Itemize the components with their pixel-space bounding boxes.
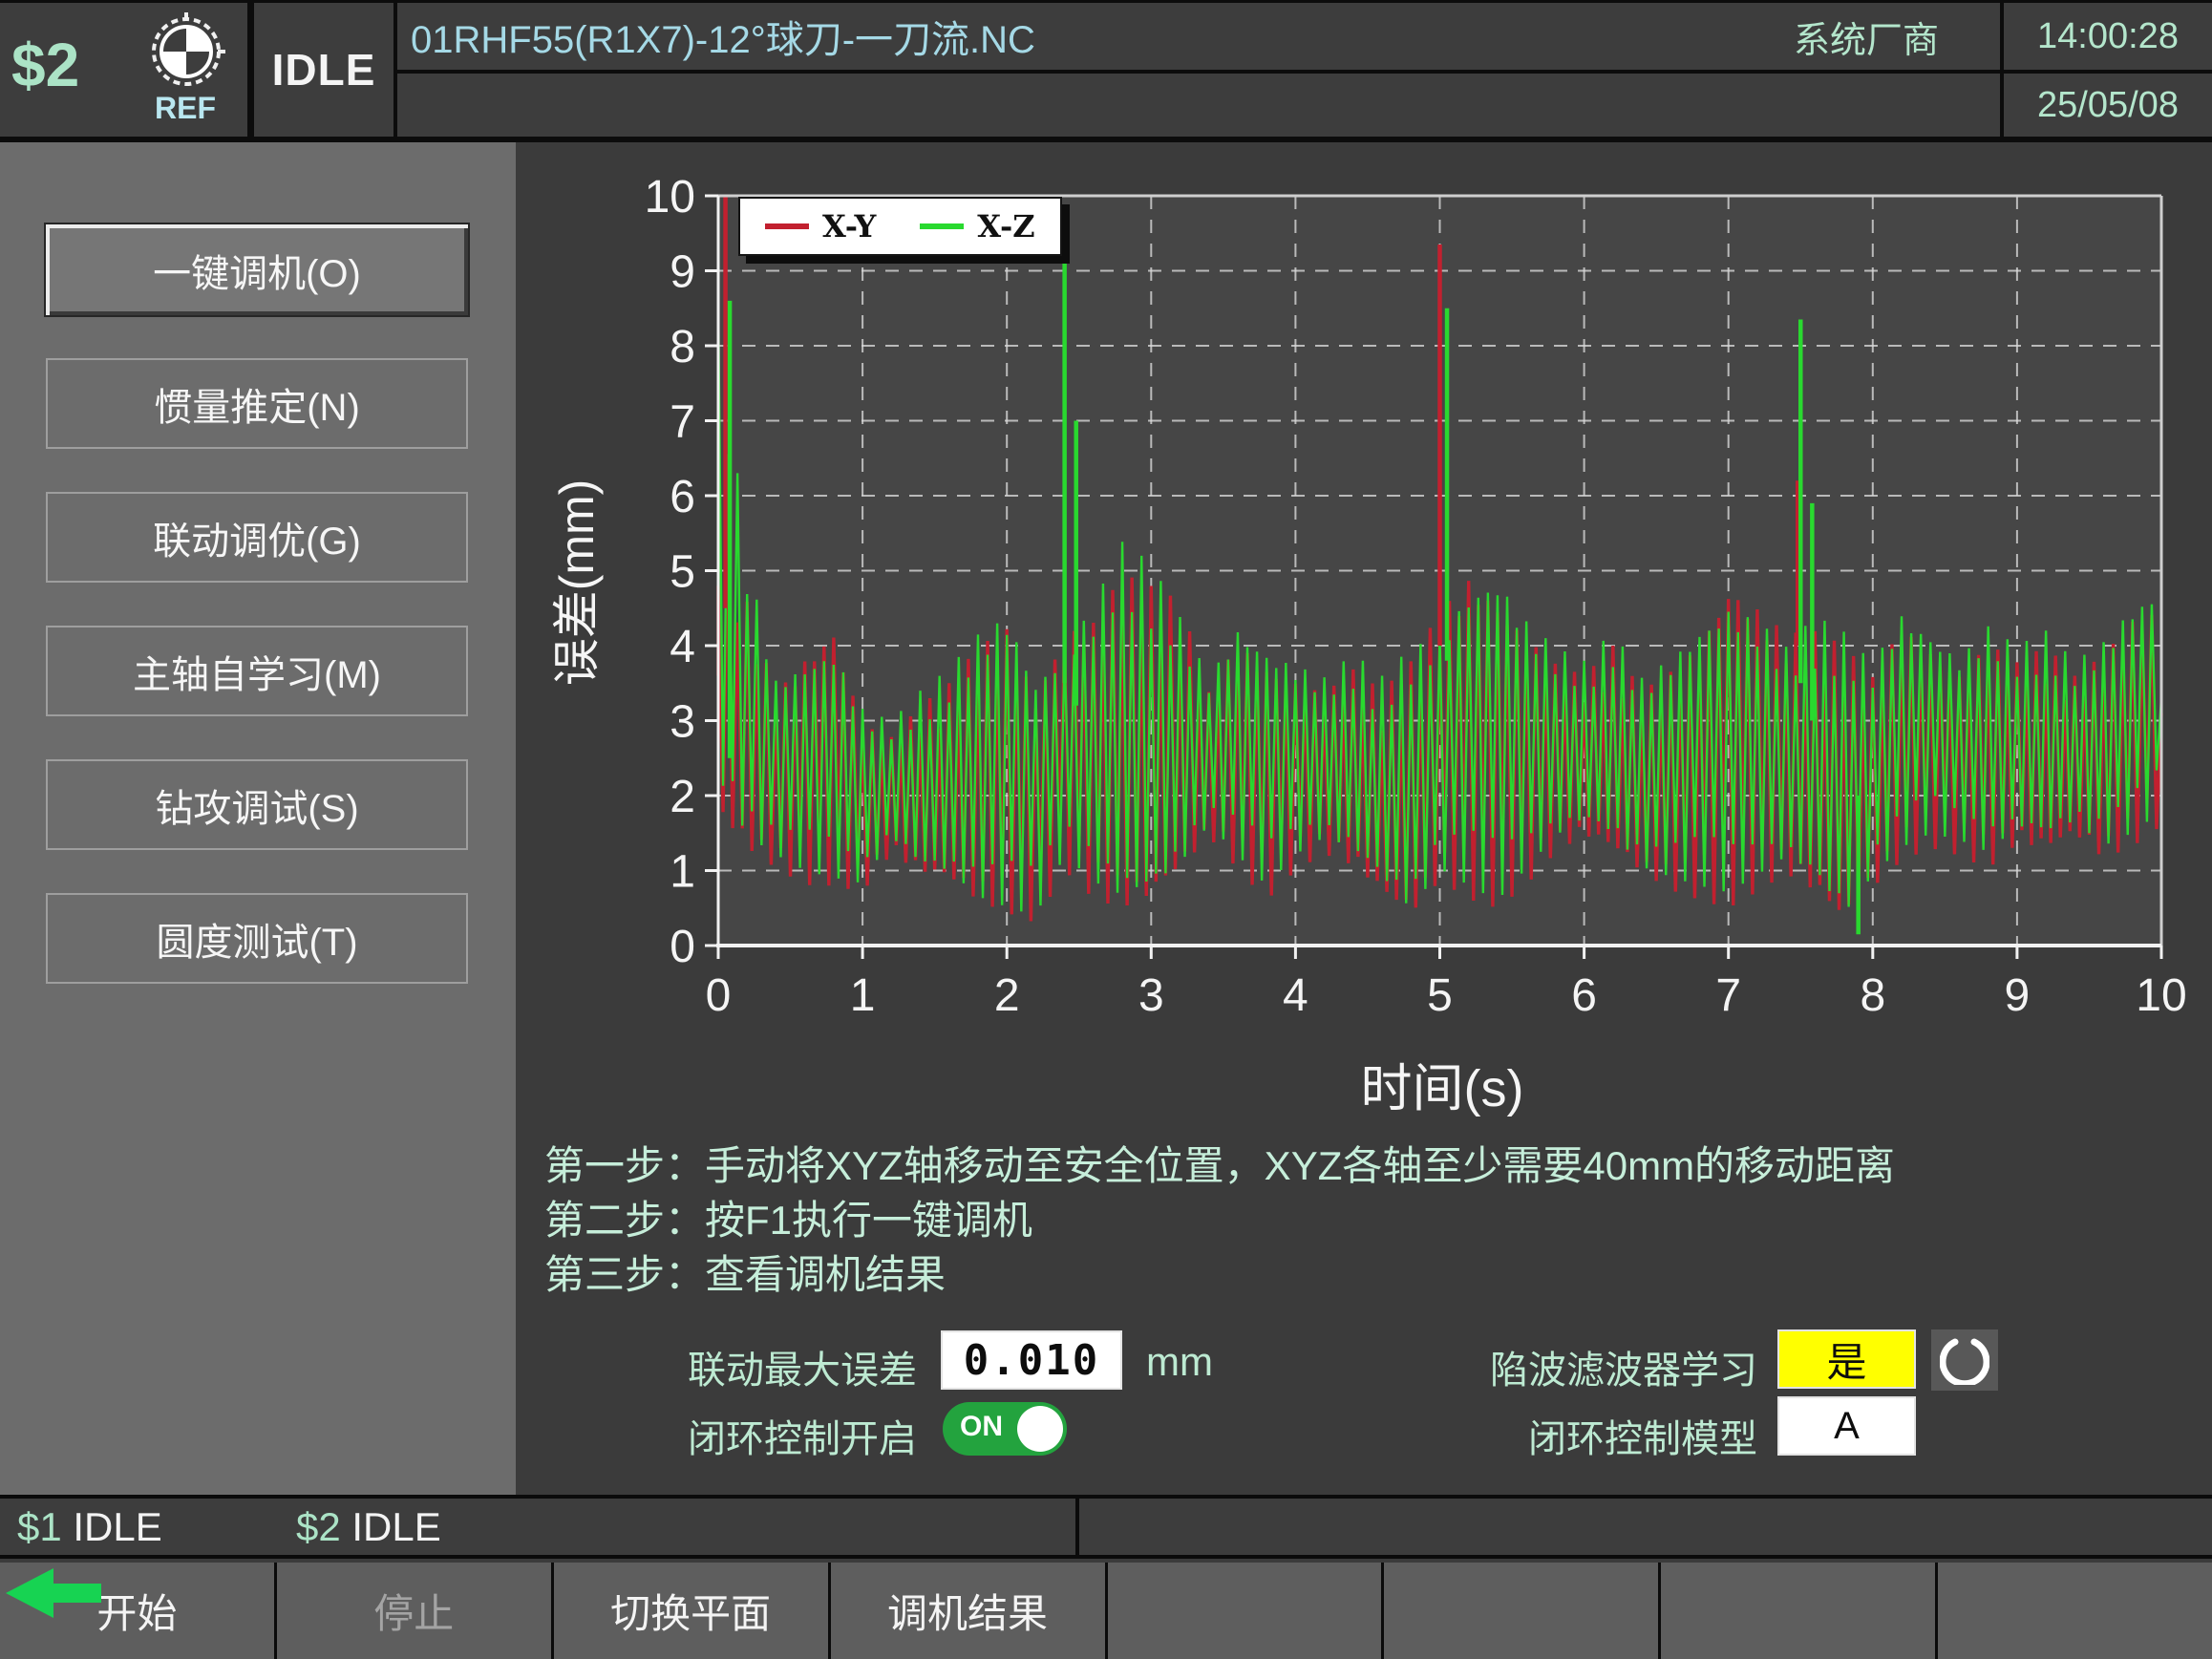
- x-axis-label: 时间(s): [1361, 1046, 1524, 1121]
- max-error-label: 联动最大误差: [592, 1339, 917, 1394]
- status-item-ch1: $1 IDLE: [17, 1504, 162, 1550]
- cnc-tuning-screen: $2 REF IDLE 01RHF55(R1X7)-12°球刀-一刀流.NC 系…: [0, 0, 2212, 1659]
- refresh-icon: [1940, 1335, 1989, 1385]
- sidebar-button-3[interactable]: 联动调优(G): [46, 492, 468, 583]
- channel-label: $2: [11, 30, 79, 100]
- status-channel: $1: [17, 1504, 62, 1549]
- sidebar-button-1[interactable]: 一键调机(O): [46, 224, 468, 315]
- status-item-ch2: $2 IDLE: [296, 1504, 441, 1550]
- closed-loop-label: 闭环控制开启: [592, 1408, 917, 1463]
- softkey-8: [1938, 1563, 2212, 1659]
- refresh-button[interactable]: [1931, 1329, 1998, 1391]
- softkey-row: 开始停止切换平面调机结果: [0, 1563, 2212, 1659]
- program-name: 01RHF55(R1X7)-12°球刀-一刀流.NC: [411, 9, 1035, 64]
- function-sidebar: 一键调机(O) 惯量推定(N) 联动调优(G) 主轴自学习(M) 钻攻调试(S) 圆度测试…: [0, 142, 516, 1495]
- sidebar-button-2[interactable]: 惯量推定(N): [46, 358, 468, 449]
- ytick-label: 8: [670, 322, 695, 372]
- status-state: IDLE: [351, 1504, 440, 1549]
- ytick-label: 0: [670, 922, 695, 972]
- status-right-cell: [1079, 1499, 2212, 1555]
- clock-time: 14:00:28: [2004, 3, 2212, 70]
- xtick-label: 9: [2005, 970, 2031, 1021]
- ytick-label: 7: [670, 397, 695, 448]
- toggle-on-label: ON: [960, 1411, 1003, 1443]
- program-row: 01RHF55(R1X7)-12°球刀-一刀流.NC 系统厂商: [397, 3, 2000, 70]
- closed-loop-toggle[interactable]: ON: [943, 1402, 1067, 1456]
- vendor-label: 系统厂商: [1794, 11, 1939, 63]
- legend-item-X-Y: X-Y: [765, 208, 876, 245]
- series-X-Z: [718, 302, 2161, 912]
- status-channel: $2: [296, 1504, 341, 1549]
- legend-item-X-Z: X-Z: [920, 208, 1034, 245]
- softkey-6: [1384, 1563, 1661, 1659]
- ytick-label: 2: [670, 772, 695, 822]
- program-row-secondary: [397, 74, 2000, 137]
- legend-label: X-Y: [822, 208, 876, 245]
- xtick-label: 6: [1571, 970, 1597, 1021]
- xtick-label: 4: [1283, 970, 1308, 1021]
- toggle-knob: [1017, 1406, 1063, 1452]
- xtick-label: 1: [850, 970, 876, 1021]
- step-3: 第三步：查看调机结果: [544, 1247, 1895, 1302]
- legend-swatch: [765, 223, 809, 229]
- xtick-label: 0: [706, 970, 732, 1021]
- plot-area: [718, 196, 2161, 946]
- max-error-input[interactable]: 0.010: [941, 1330, 1122, 1390]
- chart-legend: X-Y X-Z: [738, 197, 1062, 256]
- softkey-7: [1661, 1563, 1938, 1659]
- ytick-label: 10: [645, 172, 695, 223]
- reference-point-icon: [145, 11, 227, 93]
- xtick-label: 8: [1860, 970, 1885, 1021]
- clock-date: 25/05/08: [2004, 74, 2212, 137]
- softkey-3[interactable]: 切换平面: [554, 1563, 831, 1659]
- softkey-2[interactable]: 停止: [277, 1563, 554, 1659]
- notch-filter-label: 陷波滤波器学习: [1375, 1339, 1757, 1394]
- sidebar-button-4[interactable]: 主轴自学习(M): [46, 626, 468, 716]
- step-1: 第一步：手动将XYZ轴移动至安全位置，XYZ各轴至少需要40mm的移动距离: [544, 1138, 1895, 1193]
- instruction-steps: 第一步：手动将XYZ轴移动至安全位置，XYZ各轴至少需要40mm的移动距离 第二…: [544, 1138, 1895, 1302]
- xtick-label: 5: [1427, 970, 1453, 1021]
- status-left-cell: $1 IDLE$2 IDLE: [0, 1499, 1075, 1555]
- sidebar-button-6[interactable]: 圆度测试(T): [46, 893, 468, 984]
- xtick-label: 3: [1138, 970, 1164, 1021]
- step-2: 第二步：按F1执行一键调机: [544, 1193, 1895, 1247]
- xtick-label: 10: [2136, 970, 2186, 1021]
- channel-cell: $2 REF: [0, 3, 247, 137]
- top-bar: $2 REF IDLE 01RHF55(R1X7)-12°球刀-一刀流.NC 系…: [0, 0, 2212, 142]
- legend-swatch: [920, 223, 964, 229]
- y-axis-label: 误差(mm): [539, 479, 607, 687]
- legend-label: X-Z: [977, 208, 1034, 245]
- status-bar: $1 IDLE$2 IDLE: [0, 1495, 2212, 1559]
- model-value[interactable]: A: [1777, 1396, 1916, 1456]
- status-state: IDLE: [73, 1504, 161, 1549]
- notch-filter-value[interactable]: 是: [1777, 1329, 1916, 1389]
- ytick-label: 1: [670, 847, 695, 898]
- machine-state: IDLE: [254, 3, 393, 137]
- ytick-label: 4: [670, 622, 695, 672]
- ref-label: REF: [139, 91, 231, 126]
- ytick-label: 9: [670, 247, 695, 298]
- ytick-label: 3: [670, 697, 695, 748]
- back-arrow-icon[interactable]: [6, 1566, 105, 1620]
- max-error-unit: mm: [1146, 1339, 1213, 1385]
- xtick-label: 7: [1715, 970, 1741, 1021]
- sidebar-button-5[interactable]: 钻攻调试(S): [46, 759, 468, 850]
- model-label: 闭环控制模型: [1375, 1408, 1757, 1463]
- softkey-5: [1108, 1563, 1385, 1659]
- softkey-4[interactable]: 调机结果: [831, 1563, 1108, 1659]
- series-X-Y: [718, 551, 2161, 922]
- ytick-label: 5: [670, 547, 695, 598]
- xtick-label: 2: [994, 970, 1020, 1021]
- ytick-label: 6: [670, 472, 695, 522]
